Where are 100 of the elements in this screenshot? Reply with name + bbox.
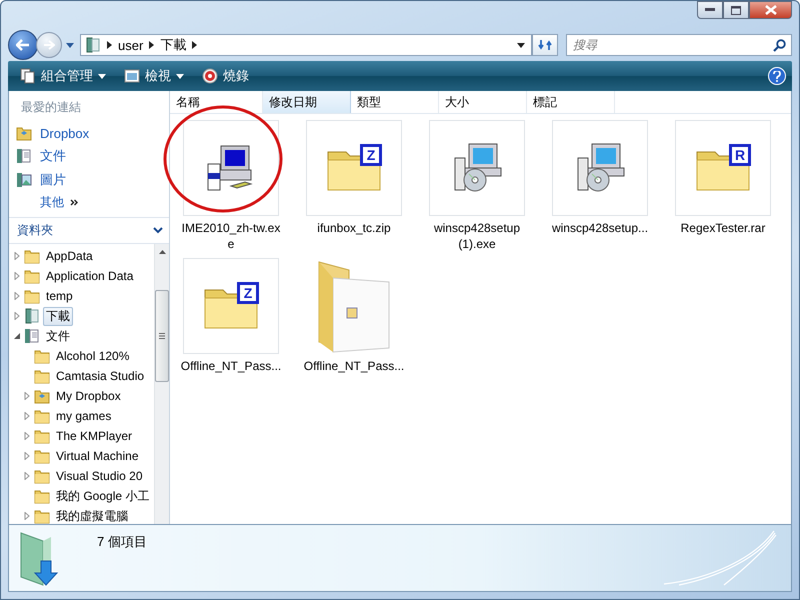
toolbar-button[interactable]: 燒錄 bbox=[196, 65, 255, 87]
expand-arrow-icon[interactable] bbox=[13, 272, 21, 280]
archive-letter-badge: Z bbox=[360, 144, 382, 166]
expand-arrow-icon[interactable] bbox=[23, 392, 31, 400]
expand-arrow-icon[interactable] bbox=[13, 252, 21, 260]
folder-icon bbox=[34, 448, 50, 464]
item-count: 7 個項目 bbox=[96, 533, 147, 551]
disc-icon[interactable] bbox=[202, 68, 218, 84]
thumbnail-frame[interactable] bbox=[183, 120, 279, 216]
folder-tree-item[interactable]: My Dropbox bbox=[53, 388, 124, 404]
favorite-link[interactable]: Dropbox bbox=[9, 122, 169, 144]
grip-icon bbox=[159, 333, 165, 339]
views-icon[interactable] bbox=[124, 69, 140, 83]
folder-icon bbox=[34, 488, 50, 504]
favorite-link[interactable]: 文件 bbox=[9, 144, 169, 168]
expand-arrow-icon[interactable] bbox=[23, 472, 31, 480]
breadcrumb-link[interactable]: 下載 bbox=[160, 36, 186, 54]
caret-icon[interactable] bbox=[176, 74, 184, 78]
minimize-button[interactable] bbox=[697, 1, 723, 19]
file-name[interactable]: RegexTester.rar bbox=[671, 220, 775, 236]
pages-icon[interactable] bbox=[20, 68, 36, 84]
column-header[interactable]: 修改日期 bbox=[263, 91, 351, 113]
file-name[interactable]: winscp428setup (1).exe bbox=[425, 220, 529, 252]
file-name[interactable]: ifunbox_tc.zip bbox=[302, 220, 406, 236]
folder-icon bbox=[24, 268, 40, 284]
folder-icon bbox=[24, 288, 40, 304]
folder-icon bbox=[34, 368, 50, 384]
toolbar-button[interactable]: 組合管理 bbox=[14, 65, 112, 87]
maximize-button[interactable] bbox=[723, 1, 749, 19]
file-name[interactable]: Offline_NT_Pass... bbox=[302, 358, 406, 374]
folder-tree-item[interactable]: Camtasia Studio bbox=[53, 368, 148, 384]
expand-arrow-icon[interactable] bbox=[23, 512, 31, 520]
chevron-down-icon[interactable] bbox=[153, 227, 163, 234]
folder-tree-item[interactable]: The KMPlayer bbox=[53, 428, 136, 444]
breadcrumb-arrow-icon[interactable] bbox=[107, 41, 112, 49]
folders-heading[interactable]: 資料夾 bbox=[17, 222, 53, 239]
minimize-icon[interactable] bbox=[705, 8, 715, 12]
refresh-arrows-icon[interactable] bbox=[538, 38, 552, 52]
thumbnail-frame[interactable]: Z bbox=[306, 120, 402, 216]
dropbox-folder-icon bbox=[34, 388, 50, 404]
help-button[interactable] bbox=[768, 67, 786, 85]
breadcrumb-link[interactable]: user bbox=[118, 38, 144, 52]
documents-icon bbox=[24, 328, 40, 344]
expand-arrow-icon[interactable] bbox=[23, 452, 31, 460]
back-button[interactable] bbox=[8, 30, 38, 60]
close-button[interactable] bbox=[749, 1, 792, 19]
folder-tree-item[interactable]: Visual Studio 20 bbox=[53, 468, 146, 484]
scroll-up-arrow-icon[interactable] bbox=[158, 250, 166, 254]
folder-icon bbox=[34, 428, 50, 444]
folder-tree-item[interactable]: 下載 bbox=[43, 306, 73, 326]
folder-tree-item[interactable]: 我的 Google 小工 bbox=[53, 486, 152, 506]
documents-icon bbox=[16, 148, 32, 164]
scrollbar[interactable] bbox=[154, 244, 169, 524]
thumbnail-frame[interactable]: Z bbox=[183, 258, 279, 354]
folder-icon bbox=[34, 348, 50, 364]
folder-icon bbox=[34, 508, 50, 524]
archive-letter-badge: Z bbox=[237, 282, 259, 304]
expanded-arrow-icon[interactable] bbox=[13, 332, 21, 340]
expand-arrow-icon[interactable] bbox=[13, 312, 21, 320]
search-field[interactable]: 搜尋 bbox=[566, 34, 792, 56]
thumbnail-frame[interactable] bbox=[552, 120, 648, 216]
caret-icon[interactable] bbox=[98, 74, 106, 78]
folder-tree-item[interactable]: Application Data bbox=[43, 268, 136, 284]
folder-icon bbox=[34, 468, 50, 484]
thumbnail-frame[interactable]: R bbox=[675, 120, 771, 216]
search-icon[interactable] bbox=[773, 39, 786, 52]
file-name[interactable]: winscp428setup... bbox=[548, 220, 652, 236]
expand-arrow-icon[interactable] bbox=[13, 292, 21, 300]
library-icon bbox=[24, 308, 40, 324]
more-link[interactable]: 其他 bbox=[40, 194, 64, 211]
breadcrumb-arrow-icon[interactable] bbox=[149, 41, 154, 49]
expand-arrow-icon[interactable] bbox=[23, 432, 31, 440]
folder-tree-item[interactable]: temp bbox=[43, 288, 76, 304]
refresh-button[interactable] bbox=[532, 34, 558, 56]
address-dropdown-icon[interactable] bbox=[515, 42, 527, 48]
breadcrumb-arrow-icon[interactable] bbox=[192, 41, 198, 49]
file-name[interactable]: Offline_NT_Pass... bbox=[179, 358, 283, 374]
close-icon[interactable] bbox=[764, 5, 776, 15]
favorite-link[interactable]: 圖片 bbox=[9, 168, 169, 192]
folder-tree-item[interactable]: 我的虛擬電腦 bbox=[53, 506, 131, 524]
thumbnail-frame[interactable] bbox=[429, 120, 525, 216]
address-bar[interactable]: user 下載 bbox=[80, 34, 532, 56]
expand-arrow-icon[interactable] bbox=[23, 412, 31, 420]
pictures-icon bbox=[16, 172, 32, 188]
folder-tree-item[interactable]: 文件 bbox=[43, 326, 73, 346]
folder-tree-item[interactable]: AppData bbox=[43, 248, 96, 264]
favorite-links-heading: 最愛的連結 bbox=[20, 99, 82, 116]
double-chevron-icon[interactable] bbox=[70, 199, 78, 206]
folder-tree-item[interactable]: Alcohol 120% bbox=[53, 348, 132, 364]
folder-icon bbox=[24, 248, 40, 264]
maximize-icon[interactable] bbox=[731, 6, 741, 14]
archive-letter-badge: R bbox=[729, 144, 751, 166]
folder-tree-item[interactable]: Virtual Machine bbox=[53, 448, 142, 464]
question-mark-icon[interactable] bbox=[773, 70, 781, 82]
back-arrow-icon[interactable] bbox=[16, 39, 30, 51]
toolbar-button[interactable]: 檢視 bbox=[118, 65, 190, 87]
folder-tree-item[interactable]: my games bbox=[53, 408, 114, 424]
file-name[interactable]: IME2010_zh-tw.exe bbox=[179, 220, 283, 252]
history-dropdown-icon[interactable] bbox=[66, 42, 76, 48]
folder-icon bbox=[34, 408, 50, 424]
